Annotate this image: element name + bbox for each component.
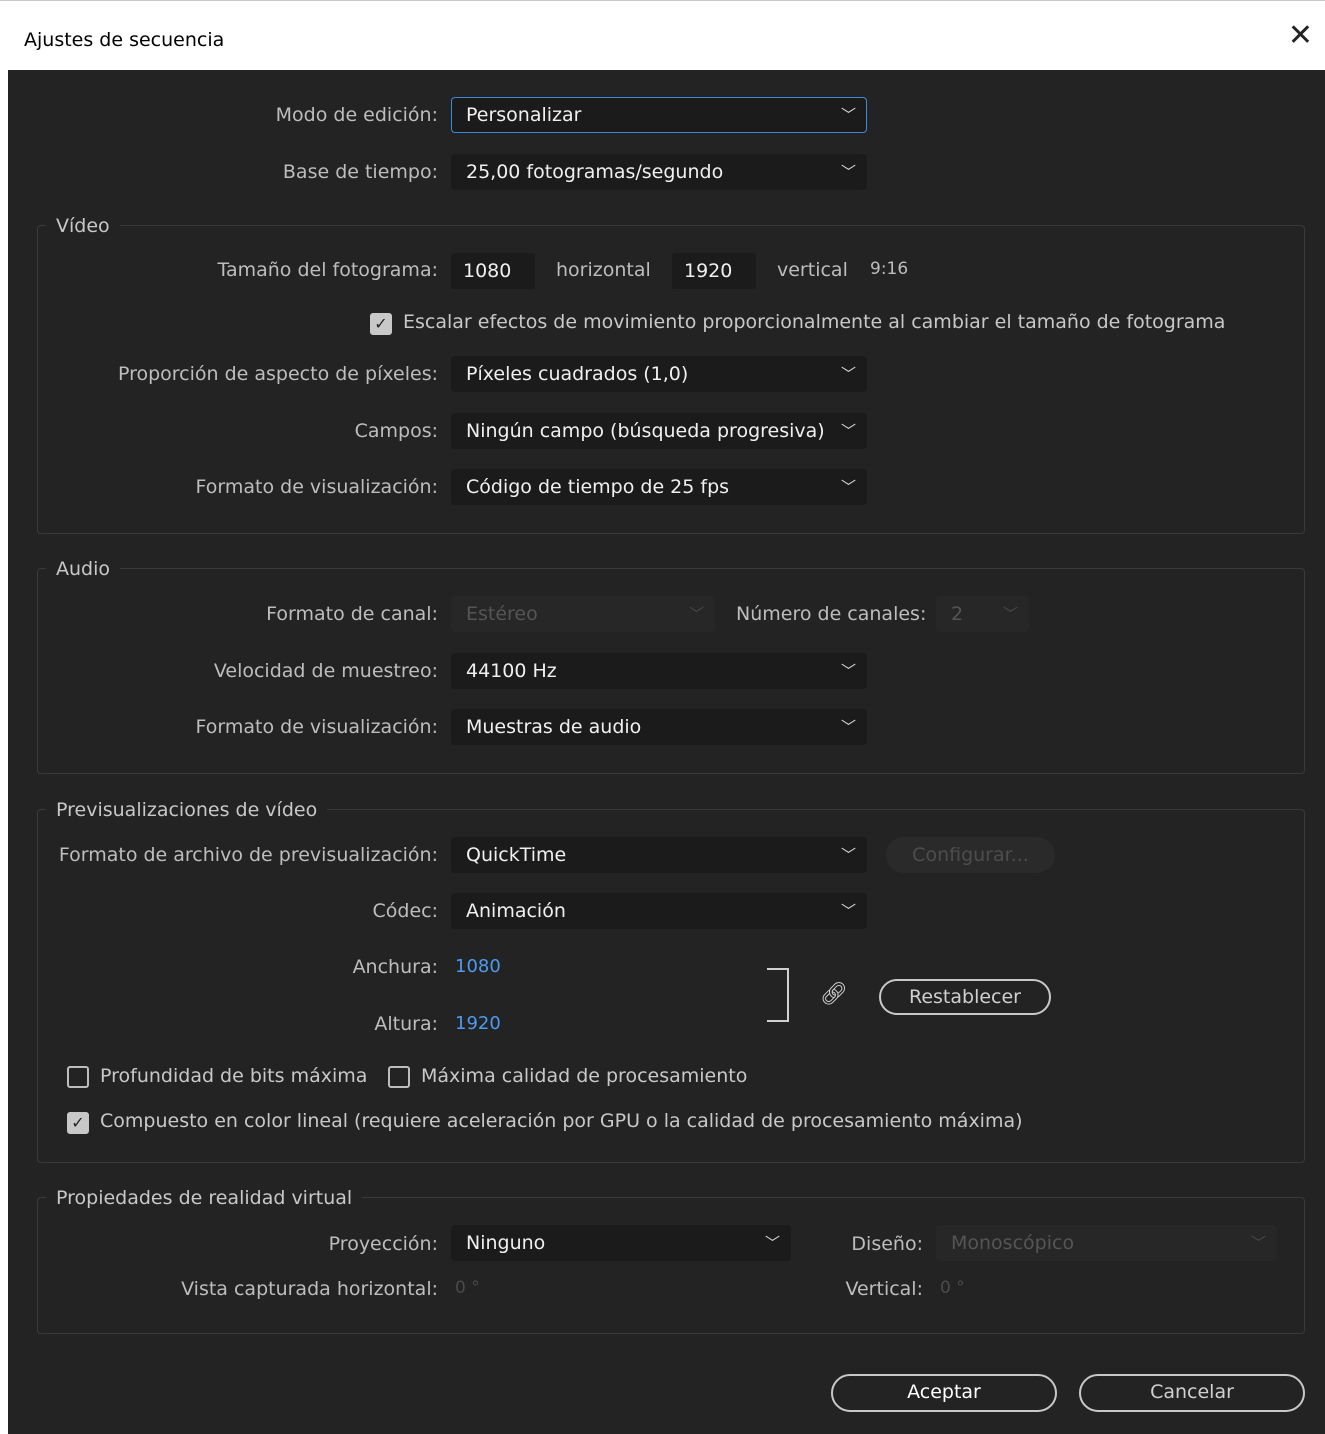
scale-effects-label: Escalar efectos de movimiento proporcion… [403, 311, 1226, 333]
chevron-down-icon: ﹀ [840, 163, 856, 181]
projection-label: Proyección: [328, 1233, 438, 1255]
timebase-label: Base de tiempo: [282, 161, 438, 183]
audio-group-title: Audio [46, 558, 121, 580]
sequence-settings-dialog: Ajustes de secuencia ✕ Modo de edición: … [0, 0, 1325, 1434]
window-title: Ajustes de secuencia [24, 29, 225, 51]
fields-select[interactable]: Ningún campo (búsqueda progresiva) ﹀ [451, 413, 867, 449]
dialog-content: Modo de edición: Personalizar ﹀ Base de … [8, 70, 1325, 1434]
timebase-value: 25,00 fotogramas/segundo [466, 161, 724, 183]
video-display-format-label: Formato de visualización: [195, 476, 438, 498]
chevron-down-icon: ﹀ [1002, 605, 1018, 623]
num-channels-label: Número de canales: [736, 603, 927, 625]
channel-format-label: Formato de canal: [266, 603, 438, 625]
captured-view-h-label: Vista capturada horizontal: [181, 1278, 438, 1300]
audio-display-format-label: Formato de visualización: [195, 716, 438, 738]
horizontal-label: horizontal [556, 259, 651, 281]
chevron-down-icon: ﹀ [1250, 1234, 1266, 1252]
preview-width-label: Anchura: [352, 956, 438, 978]
frame-height-input[interactable]: 1920 [672, 253, 756, 289]
video-display-format-select[interactable]: Código de tiempo de 25 fps ﹀ [451, 469, 867, 505]
link-bracket [767, 968, 789, 1022]
preview-height-label: Altura: [374, 1013, 438, 1035]
preview-file-format-select[interactable]: QuickTime ﹀ [451, 837, 867, 873]
ok-button[interactable]: Aceptar [831, 1374, 1057, 1412]
pixel-aspect-select[interactable]: Píxeles cuadrados (1,0) ﹀ [451, 356, 867, 392]
frame-size-label: Tamaño del fotograma: [217, 259, 439, 281]
chevron-down-icon: ﹀ [840, 662, 856, 680]
sample-rate-label: Velocidad de muestreo: [213, 660, 438, 682]
chevron-down-icon: ﹀ [840, 365, 856, 383]
fields-value: Ningún campo (búsqueda progresiva) [466, 420, 825, 442]
num-channels-select[interactable]: 2 ﹀ [936, 596, 1029, 632]
aspect-ratio-value: 9:16 [870, 259, 909, 279]
vr-group [37, 1197, 1305, 1334]
max-bit-depth-label: Profundidad de bits máxima [100, 1065, 368, 1087]
max-render-quality-checkbox[interactable] [388, 1066, 410, 1088]
video-display-format-value: Código de tiempo de 25 fps [466, 476, 730, 498]
chevron-down-icon: ﹀ [840, 846, 856, 864]
video-previews-group-title: Previsualizaciones de vídeo [46, 799, 328, 821]
sample-rate-select[interactable]: 44100 Hz ﹀ [451, 653, 867, 689]
projection-value: Ninguno [466, 1232, 546, 1254]
preview-width-value[interactable]: 1080 [455, 956, 501, 977]
chevron-down-icon: ﹀ [840, 902, 856, 920]
chevron-down-icon: ﹀ [688, 605, 704, 623]
vertical-label-vr: Vertical: [845, 1278, 923, 1300]
max-bit-depth-checkbox[interactable] [67, 1066, 89, 1088]
cancel-button[interactable]: Cancelar [1079, 1374, 1305, 1412]
layout-label: Diseño: [851, 1233, 923, 1255]
editing-mode-select[interactable]: Personalizar ﹀ [451, 97, 867, 133]
preview-height-value[interactable]: 1920 [455, 1013, 501, 1034]
link-icon[interactable]: 🔗︎ [820, 982, 848, 1007]
sample-rate-value: 44100 Hz [466, 660, 557, 682]
linear-color-checkbox[interactable]: ✓ [67, 1112, 89, 1134]
max-render-quality-label: Máxima calidad de procesamiento [421, 1065, 748, 1087]
audio-display-format-value: Muestras de audio [466, 716, 642, 738]
video-group-title: Vídeo [46, 215, 120, 237]
preview-file-format-value: QuickTime [466, 844, 567, 866]
chevron-down-icon: ﹀ [840, 478, 856, 496]
chevron-down-icon: ﹀ [840, 106, 856, 124]
frame-width-input[interactable]: 1080 [451, 253, 535, 289]
scale-effects-checkbox[interactable]: ✓ [370, 313, 392, 335]
vertical-label: vertical [777, 259, 848, 281]
title-bar: Ajustes de secuencia ✕ [0, 0, 1325, 70]
codec-select[interactable]: Animación ﹀ [451, 893, 867, 929]
chevron-down-icon: ﹀ [840, 422, 856, 440]
pixel-aspect-value: Píxeles cuadrados (1,0) [466, 363, 689, 385]
num-channels-value: 2 [951, 603, 964, 625]
layout-select[interactable]: Monoscópico ﹀ [936, 1225, 1277, 1261]
close-icon[interactable]: ✕ [1288, 21, 1313, 51]
layout-value: Monoscópico [951, 1232, 1075, 1254]
chevron-down-icon: ﹀ [840, 718, 856, 736]
vertical-value[interactable]: 0 ° [940, 1278, 965, 1298]
fields-label: Campos: [354, 420, 438, 442]
audio-display-format-select[interactable]: Muestras de audio ﹀ [451, 709, 867, 745]
captured-view-h-value[interactable]: 0 ° [455, 1278, 480, 1298]
preview-file-format-label: Formato de archivo de previsualización: [58, 844, 438, 866]
reset-button[interactable]: Restablecer [879, 979, 1051, 1015]
channel-format-value: Estéreo [466, 603, 538, 625]
configure-button[interactable]: Configurar... [886, 837, 1055, 873]
channel-format-select[interactable]: Estéreo ﹀ [451, 596, 715, 632]
codec-value: Animación [466, 900, 566, 922]
linear-color-label: Compuesto en color lineal (requiere acel… [100, 1110, 1023, 1132]
timebase-select[interactable]: 25,00 fotogramas/segundo ﹀ [451, 154, 867, 190]
pixel-aspect-label: Proporción de aspecto de píxeles: [117, 363, 438, 385]
editing-mode-label: Modo de edición: [275, 104, 438, 126]
editing-mode-value: Personalizar [466, 104, 582, 126]
codec-label: Códec: [372, 900, 439, 922]
vr-group-title: Propiedades de realidad virtual [46, 1187, 363, 1209]
